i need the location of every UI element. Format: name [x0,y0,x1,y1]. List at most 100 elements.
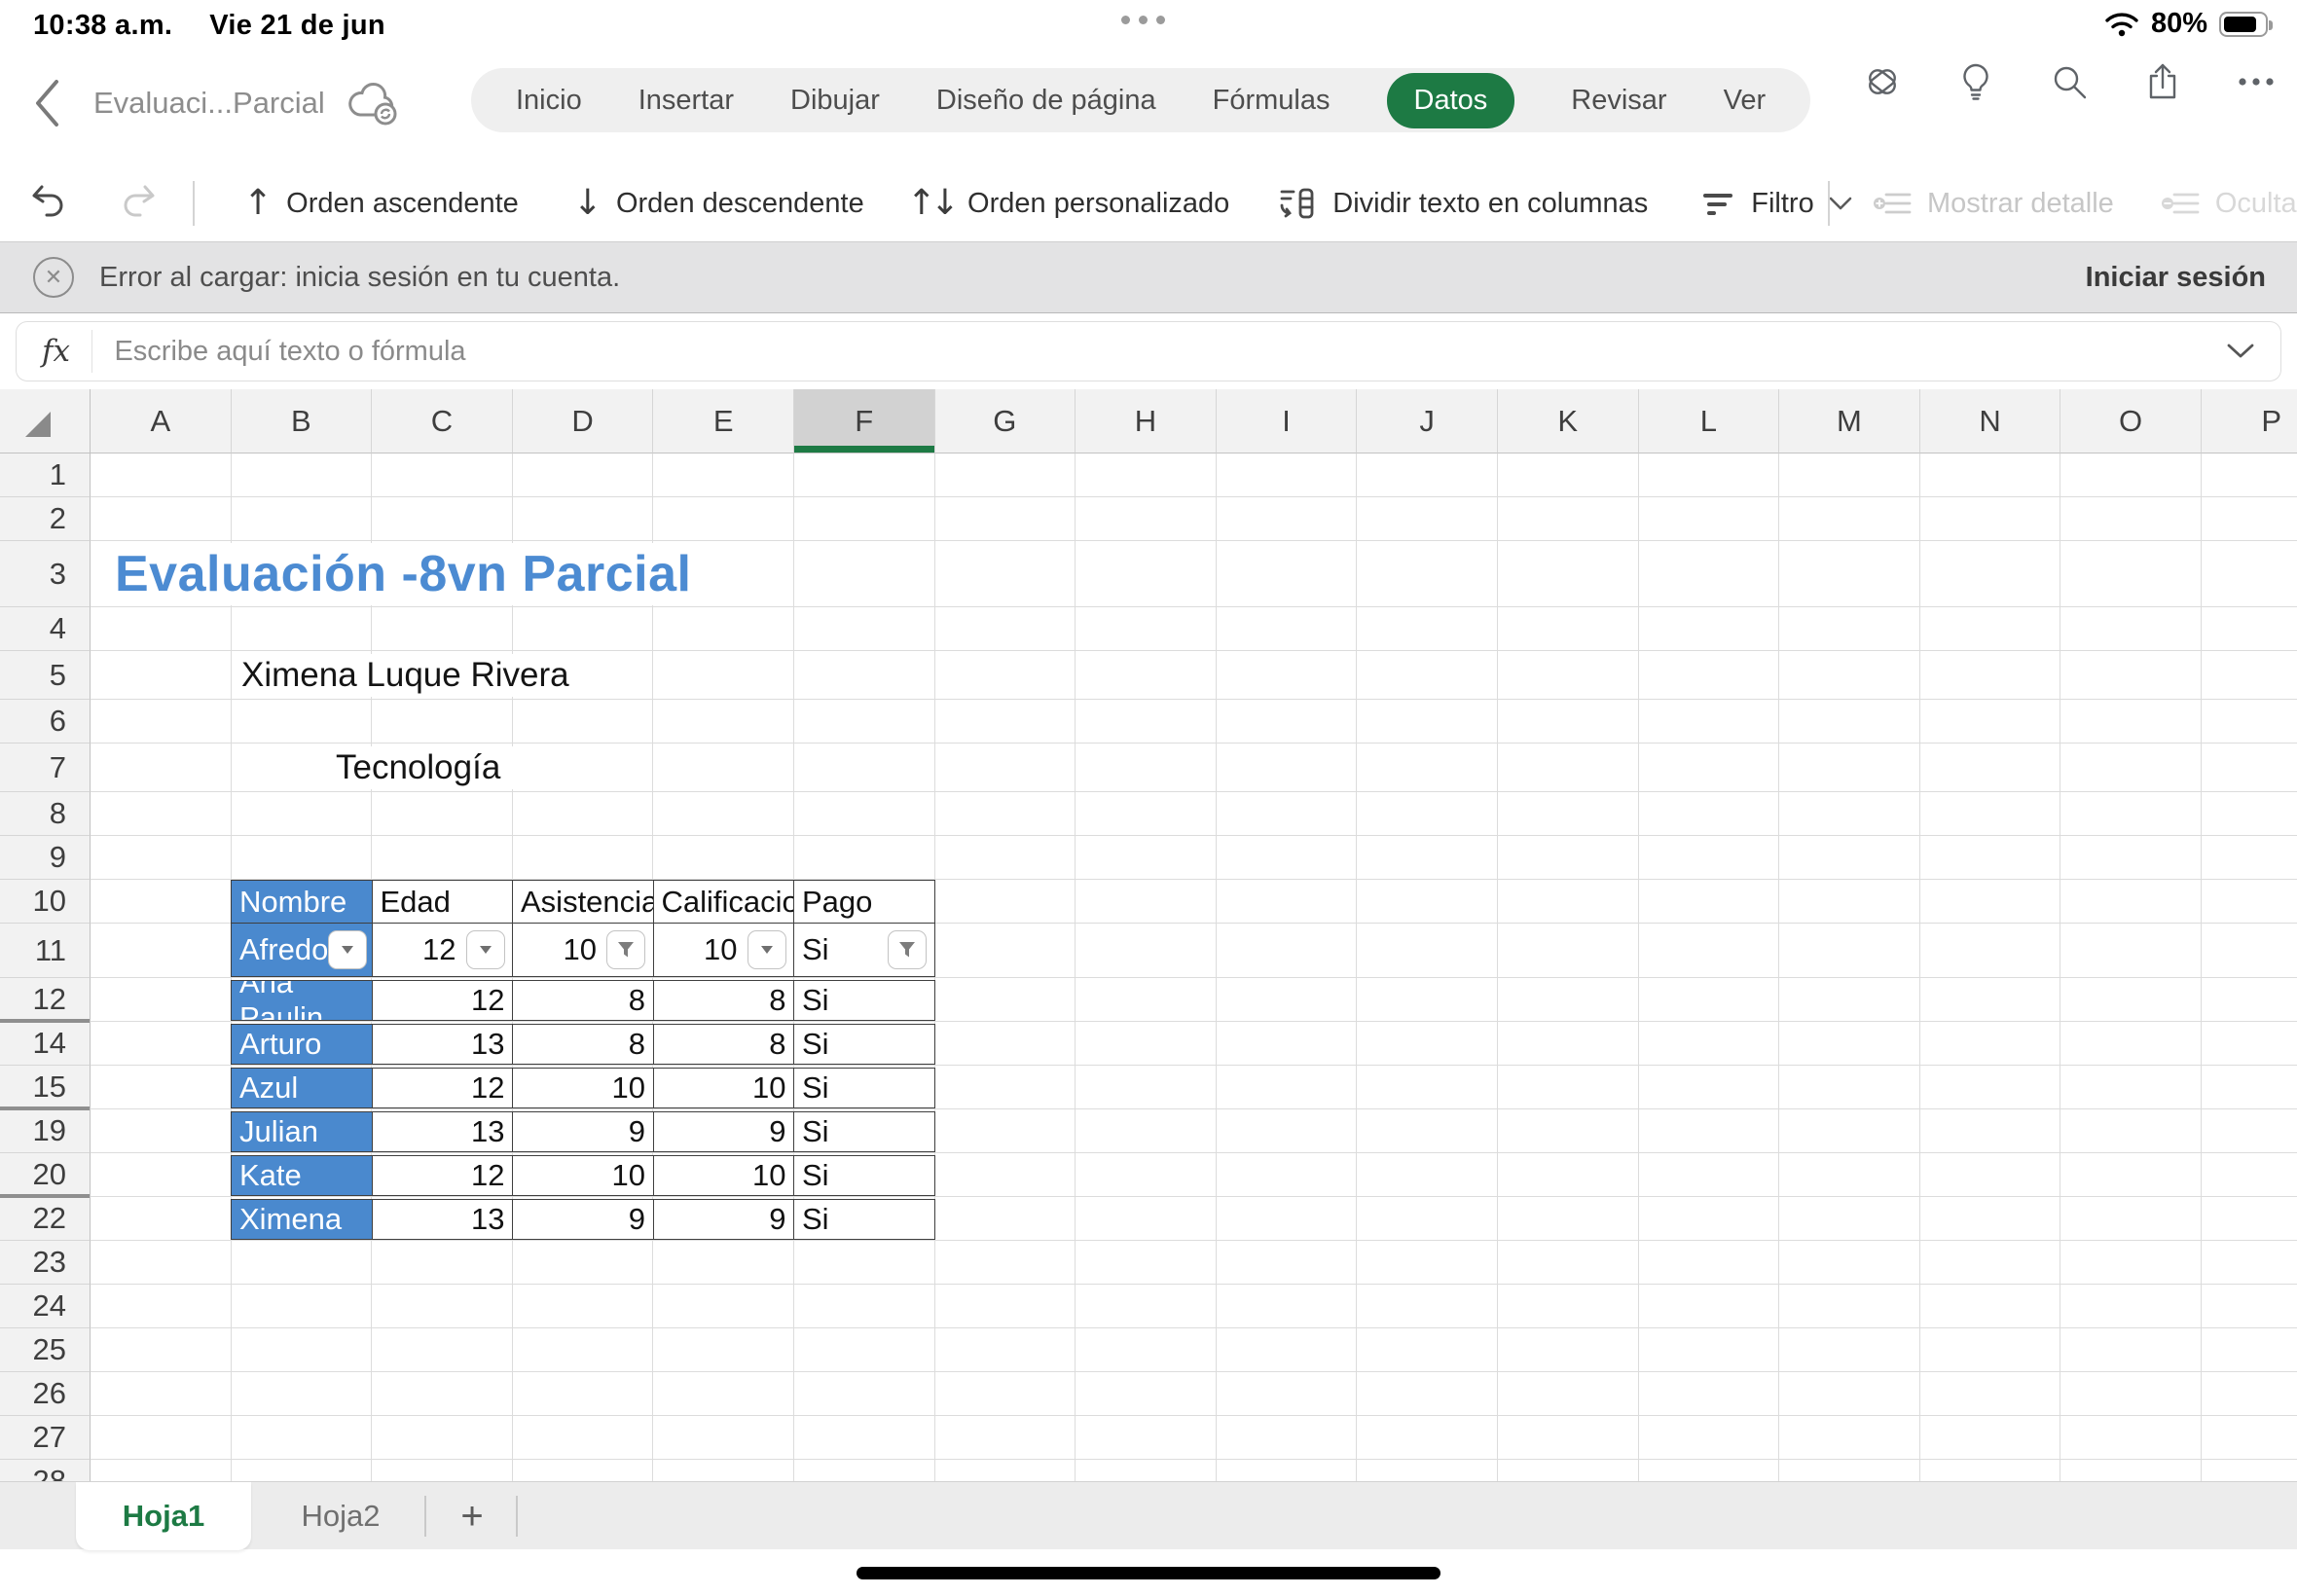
grid-cell-G11[interactable] [935,924,1076,978]
grid-cell-P5[interactable] [2202,651,2297,700]
grid-cell-G24[interactable] [935,1285,1076,1328]
grid-cell-O3[interactable] [2060,541,2202,607]
grid-cell-G26[interactable] [935,1372,1076,1416]
grid-cell-P2[interactable] [2202,497,2297,541]
grid-cell-K4[interactable] [1498,607,1639,651]
grid-cell-M6[interactable] [1779,700,1920,744]
grid-cell-E7[interactable] [653,744,794,792]
sort-ascending-button[interactable]: ↑ Orden ascendente [243,186,519,221]
grid-cell-O19[interactable] [2060,1109,2202,1153]
grid-cell-O9[interactable] [2060,836,2202,880]
grid-cell-I11[interactable] [1217,924,1358,978]
grid-cell-M1[interactable] [1779,453,1920,497]
grid-cell-I20[interactable] [1217,1153,1358,1197]
grid-cell-L9[interactable] [1639,836,1780,880]
grid-cell-H26[interactable] [1076,1372,1217,1416]
column-header-C[interactable]: C [372,389,513,453]
grid-cell-O14[interactable] [2060,1022,2202,1066]
grid-cell-D25[interactable] [513,1328,654,1372]
row-header-27[interactable]: 27 [0,1416,91,1460]
table-cell[interactable]: 10 [653,1155,795,1196]
tab-revisar[interactable]: Revisar [1571,85,1666,117]
grid-cell-A25[interactable] [91,1328,232,1372]
grid-cell-M8[interactable] [1779,792,1920,836]
grid-cell-A20[interactable] [91,1153,232,1197]
copilot-icon[interactable] [1861,60,1904,103]
grid-cell-A1[interactable] [91,453,232,497]
grid-cell-P27[interactable] [2202,1416,2297,1460]
grid-cell-L2[interactable] [1639,497,1780,541]
grid-cell-P20[interactable] [2202,1153,2297,1197]
grid-cell-O8[interactable] [2060,792,2202,836]
table-cell[interactable]: Arturo [231,1024,373,1065]
grid-cell-N10[interactable] [1920,880,2061,924]
row-header-6[interactable]: 6 [0,700,91,744]
grid-cell-A4[interactable] [91,607,232,651]
grid-cell-B25[interactable] [232,1328,373,1372]
grid-cell-M10[interactable] [1779,880,1920,924]
grid-cell-G9[interactable] [935,836,1076,880]
grid-cell-C4[interactable] [372,607,513,651]
sheet-tab-hoja2[interactable]: Hoja2 [277,1482,404,1550]
sort-custom-button[interactable]: ↑↓ Orden personalizado [907,186,1230,221]
grid-cell-A7[interactable] [91,744,232,792]
column-header-L[interactable]: L [1639,389,1780,453]
grid-cell-F5[interactable] [794,651,935,700]
grid-cell-N26[interactable] [1920,1372,2061,1416]
grid-cell-J27[interactable] [1357,1416,1498,1460]
grid-cell-K9[interactable] [1498,836,1639,880]
select-all-button[interactable] [0,389,91,453]
grid-cell-H8[interactable] [1076,792,1217,836]
table-cell[interactable]: 8 [512,1024,654,1065]
table-cell[interactable]: 10 [653,923,795,977]
row-header-5[interactable]: 5 [0,651,91,700]
grid-cell-P6[interactable] [2202,700,2297,744]
grid-cell-N15[interactable] [1920,1066,2061,1109]
filter-active-button[interactable] [888,930,927,969]
grid-cell-D24[interactable] [513,1285,654,1328]
grid-cell-O1[interactable] [2060,453,2202,497]
grid-cell-A14[interactable] [91,1022,232,1066]
grid-cell-G3[interactable] [935,541,1076,607]
tab-inicio[interactable]: Inicio [516,85,582,117]
grid-cell-K20[interactable] [1498,1153,1639,1197]
dismiss-error-icon[interactable]: ✕ [33,257,74,298]
row-header-11[interactable]: 11 [0,924,91,978]
table-cell[interactable]: Si [793,923,935,977]
expand-formula-bar-icon[interactable] [2226,343,2255,360]
grid-cell-D2[interactable] [513,497,654,541]
grid-cell-K25[interactable] [1498,1328,1639,1372]
filter-dropdown-button[interactable] [466,930,505,969]
grid-cell-O27[interactable] [2060,1416,2202,1460]
grid-cell-N24[interactable] [1920,1285,2061,1328]
row-header-3[interactable]: 3 [0,541,91,607]
grid-cell-M15[interactable] [1779,1066,1920,1109]
column-header-K[interactable]: K [1498,389,1639,453]
grid-cell-O20[interactable] [2060,1153,2202,1197]
tab-formulas[interactable]: Fórmulas [1213,85,1331,117]
grid-cell-E6[interactable] [653,700,794,744]
row-header-19[interactable]: 19 [0,1109,91,1153]
grid-cell-O4[interactable] [2060,607,2202,651]
grid-cell-N1[interactable] [1920,453,2061,497]
grid-cell-L14[interactable] [1639,1022,1780,1066]
grid-cell-C24[interactable] [372,1285,513,1328]
grid-cell-I10[interactable] [1217,880,1358,924]
table-cell[interactable]: 12 [372,923,514,977]
table-cell[interactable]: 12 [372,1155,514,1196]
grid-cell-C1[interactable] [372,453,513,497]
grid-cell-A8[interactable] [91,792,232,836]
grid-cell-I5[interactable] [1217,651,1358,700]
grid-cell-F4[interactable] [794,607,935,651]
grid-cell-D8[interactable] [513,792,654,836]
table-cell[interactable]: Si [793,1111,935,1152]
more-options-icon[interactable] [2235,60,2278,103]
formula-input[interactable]: fx Escribe aquí texto o fórmula [16,321,2281,381]
grid-cell-J6[interactable] [1357,700,1498,744]
grid-cell-P24[interactable] [2202,1285,2297,1328]
grid-cell-N14[interactable] [1920,1022,2061,1066]
grid-cell-A23[interactable] [91,1241,232,1285]
grid-cell-I19[interactable] [1217,1109,1358,1153]
row-header-4[interactable]: 4 [0,607,91,651]
grid-cell-J5[interactable] [1357,651,1498,700]
